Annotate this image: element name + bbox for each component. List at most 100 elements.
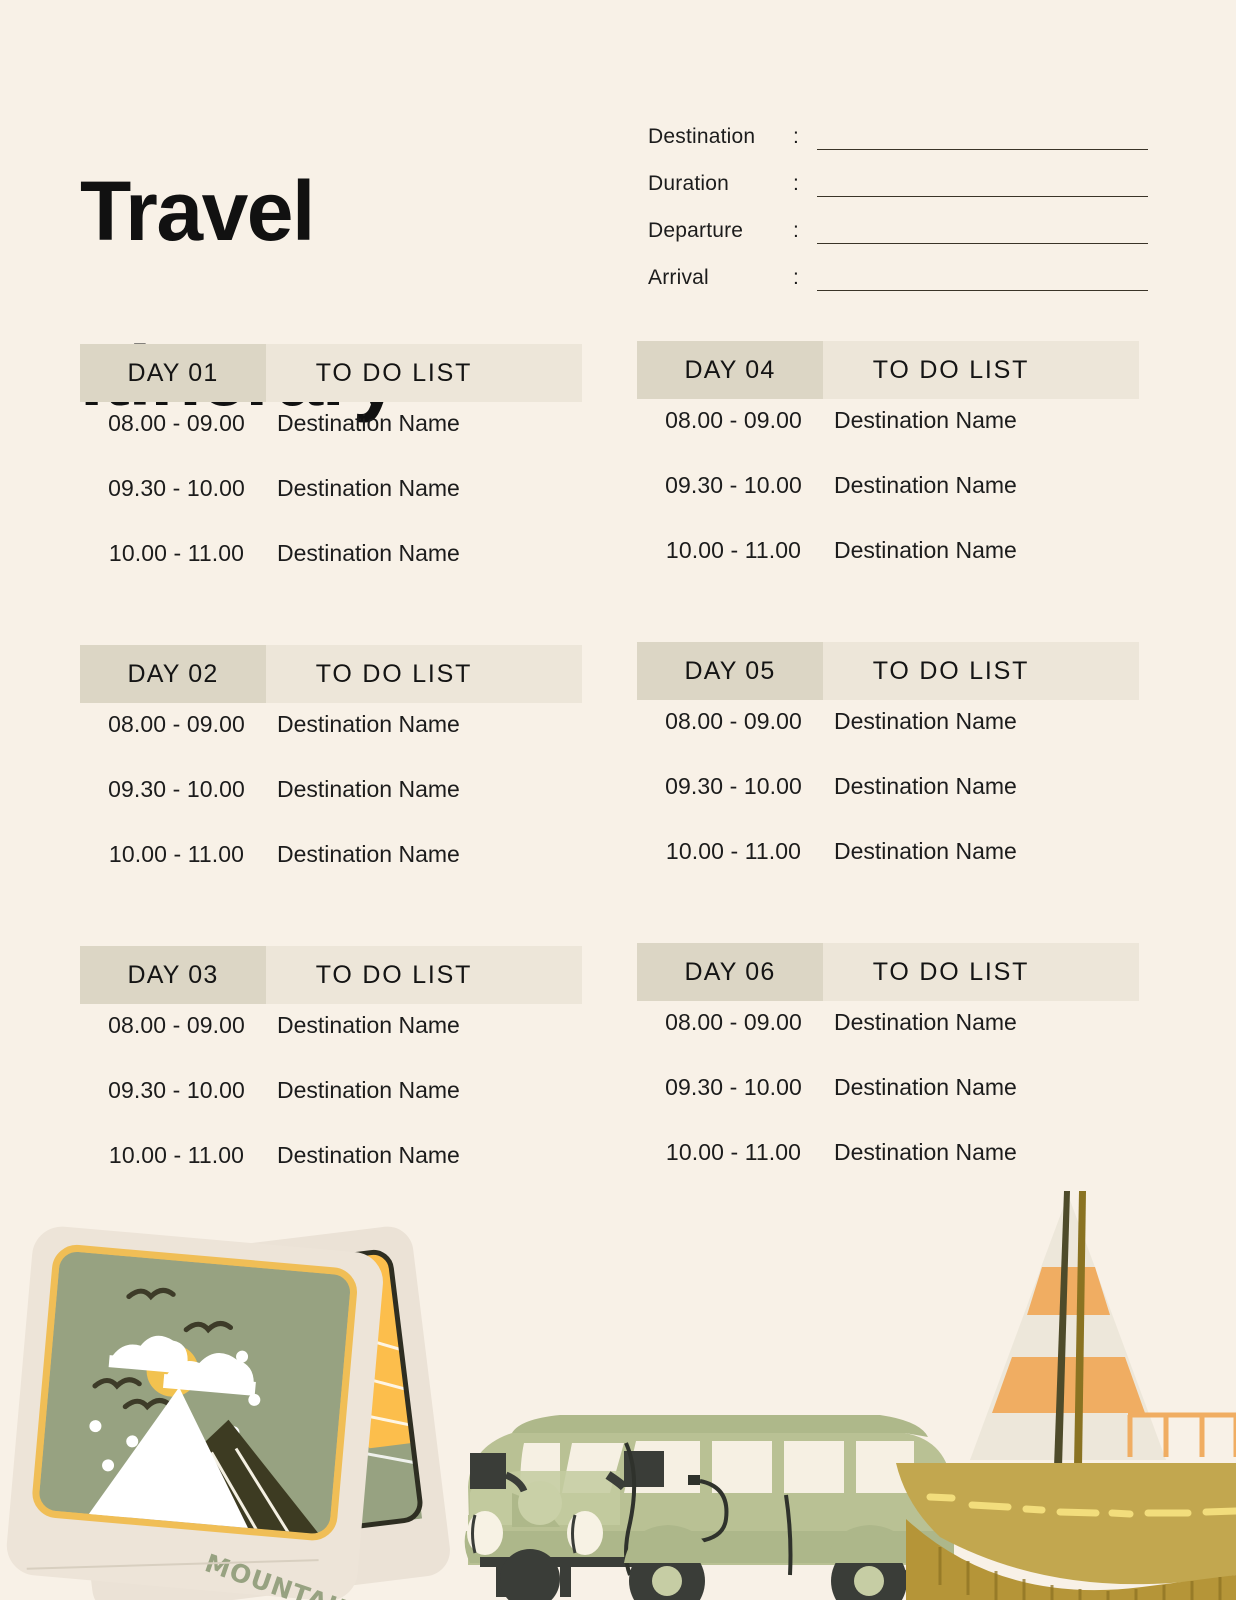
destination-input-line[interactable] (817, 149, 1148, 150)
destination-label: Destination (648, 125, 756, 148)
row-destination: Destination Name (834, 773, 1017, 799)
departure-input-line[interactable] (817, 243, 1148, 244)
row-destination: Destination Name (834, 472, 1017, 498)
table-row[interactable]: 09.30 - 10.00 Destination Name (80, 1077, 582, 1142)
row-time: 10.00 - 11.00 (665, 537, 802, 563)
form-row-destination: Destination : (648, 108, 1148, 155)
table-row[interactable]: 09.30 - 10.00 Destination Name (637, 1074, 1139, 1139)
day-card-5: DAY 05 TO DO LIST 08.00 - 09.00 Destinat… (637, 642, 1139, 903)
day-card-2-day-label: DAY 02 (127, 659, 219, 688)
trip-details-form: Destination : Duration : Departure : Arr… (648, 108, 1148, 296)
day-card-3: DAY 03 TO DO LIST 08.00 - 09.00 Destinat… (80, 946, 582, 1207)
row-destination: Destination Name (834, 1009, 1017, 1035)
row-time: 10.00 - 11.00 (665, 1139, 802, 1165)
row-destination: Destination Name (277, 711, 460, 737)
row-destination: Destination Name (277, 475, 460, 501)
row-destination: Destination Name (277, 540, 460, 566)
row-time: 09.30 - 10.00 (108, 1077, 245, 1103)
row-time: 09.30 - 10.00 (108, 776, 245, 802)
table-row[interactable]: 10.00 - 11.00 Destination Name (80, 540, 582, 605)
day-card-4-rows: 08.00 - 09.00 Destination Name 09.30 - 1… (637, 407, 1139, 602)
table-row[interactable]: 08.00 - 09.00 Destination Name (637, 407, 1139, 472)
day-card-6-todo-label: TO DO LIST (872, 957, 1030, 986)
travel-itinerary-page: Travel Itinerary Destination : Duration … (0, 0, 1236, 1600)
table-row[interactable]: 10.00 - 11.00 Destination Name (80, 841, 582, 906)
row-destination: Destination Name (834, 537, 1017, 563)
day-card-6-header: DAY 06 TO DO LIST (637, 943, 1139, 1001)
row-destination: Destination Name (277, 841, 460, 867)
day-card-1-todo-label: TO DO LIST (315, 358, 473, 387)
day-card-1: DAY 01 TO DO LIST 08.00 - 09.00 Destinat… (80, 344, 582, 605)
day-card-2-header: DAY 02 TO DO LIST (80, 645, 582, 703)
row-time: 08.00 - 09.00 (108, 711, 245, 737)
day-card-4-header: DAY 04 TO DO LIST (637, 341, 1139, 399)
camper-van (464, 1415, 954, 1600)
footer-illustrations: MOUNTAIN (0, 1175, 1236, 1600)
page-header: Travel Itinerary Destination : Duration … (0, 0, 1236, 418)
row-destination: Destination Name (277, 776, 460, 802)
table-row[interactable]: 09.30 - 10.00 Destination Name (80, 776, 582, 841)
table-row[interactable]: 10.00 - 11.00 Destination Name (637, 537, 1139, 602)
table-row[interactable]: 08.00 - 09.00 Destination Name (80, 1012, 582, 1077)
table-row[interactable]: 09.30 - 10.00 Destination Name (637, 472, 1139, 537)
row-destination: Destination Name (834, 708, 1017, 734)
table-row[interactable]: 10.00 - 11.00 Destination Name (637, 838, 1139, 903)
day-card-1-rows: 08.00 - 09.00 Destination Name 09.30 - 1… (80, 410, 582, 605)
row-destination: Destination Name (834, 838, 1017, 864)
row-time: 09.30 - 10.00 (665, 1074, 802, 1100)
row-time: 08.00 - 09.00 (108, 410, 245, 436)
day-card-2-todo-label: TO DO LIST (315, 659, 473, 688)
table-row[interactable]: 08.00 - 09.00 Destination Name (80, 410, 582, 475)
day-card-5-day-label: DAY 05 (684, 656, 776, 685)
row-destination: Destination Name (277, 1012, 460, 1038)
row-destination: Destination Name (834, 1074, 1017, 1100)
row-time: 10.00 - 11.00 (108, 1142, 245, 1168)
day-card-5-header: DAY 05 TO DO LIST (637, 642, 1139, 700)
day-card-6: DAY 06 TO DO LIST 08.00 - 09.00 Destinat… (637, 943, 1139, 1204)
day-card-5-todo-label: TO DO LIST (872, 656, 1030, 685)
page-title-line-1: Travel (80, 164, 315, 259)
row-destination: Destination Name (277, 410, 460, 436)
day-card-4-day-label: DAY 04 (684, 355, 776, 384)
arrival-input-line[interactable] (817, 290, 1148, 291)
row-time: 10.00 - 11.00 (108, 841, 245, 867)
row-time: 10.00 - 11.00 (108, 540, 245, 566)
day-card-6-day-label: DAY 06 (684, 957, 776, 986)
form-row-departure: Departure : (648, 202, 1148, 249)
duration-label: Duration (648, 172, 729, 195)
table-row[interactable]: 08.00 - 09.00 Destination Name (80, 711, 582, 776)
day-card-1-day-label: DAY 01 (127, 358, 219, 387)
day-card-4: DAY 04 TO DO LIST 08.00 - 09.00 Destinat… (637, 341, 1139, 602)
row-destination: Destination Name (277, 1077, 460, 1103)
day-card-3-day-label: DAY 03 (127, 960, 219, 989)
day-card-3-header: DAY 03 TO DO LIST (80, 946, 582, 1004)
day-card-2-rows: 08.00 - 09.00 Destination Name 09.30 - 1… (80, 711, 582, 906)
row-time: 08.00 - 09.00 (665, 708, 802, 734)
day-card-1-header: DAY 01 TO DO LIST (80, 344, 582, 402)
row-destination: Destination Name (834, 407, 1017, 433)
row-time: 08.00 - 09.00 (108, 1012, 245, 1038)
row-time: 10.00 - 11.00 (665, 838, 802, 864)
table-row[interactable]: 09.30 - 10.00 Destination Name (80, 475, 582, 540)
duration-input-line[interactable] (817, 196, 1148, 197)
destination-colon: : (793, 125, 799, 148)
day-card-3-todo-label: TO DO LIST (315, 960, 473, 989)
table-row[interactable]: 08.00 - 09.00 Destination Name (637, 708, 1139, 773)
day-card-4-todo-label: TO DO LIST (872, 355, 1030, 384)
duration-colon: : (793, 172, 799, 195)
form-row-duration: Duration : (648, 155, 1148, 202)
table-row[interactable]: 09.30 - 10.00 Destination Name (637, 773, 1139, 838)
row-destination: Destination Name (277, 1142, 460, 1168)
polaroid-photo-mountain: MOUNTAIN (6, 1226, 450, 1600)
departure-colon: : (793, 219, 799, 242)
row-time: 08.00 - 09.00 (665, 407, 802, 433)
form-row-arrival: Arrival : (648, 249, 1148, 296)
day-card-5-rows: 08.00 - 09.00 Destination Name 09.30 - 1… (637, 708, 1139, 903)
row-time: 09.30 - 10.00 (665, 773, 802, 799)
row-time: 08.00 - 09.00 (665, 1009, 802, 1035)
row-time: 09.30 - 10.00 (665, 472, 802, 498)
sailboat (896, 1191, 1236, 1600)
table-row[interactable]: 08.00 - 09.00 Destination Name (637, 1009, 1139, 1074)
arrival-label: Arrival (648, 266, 709, 289)
departure-label: Departure (648, 219, 744, 242)
